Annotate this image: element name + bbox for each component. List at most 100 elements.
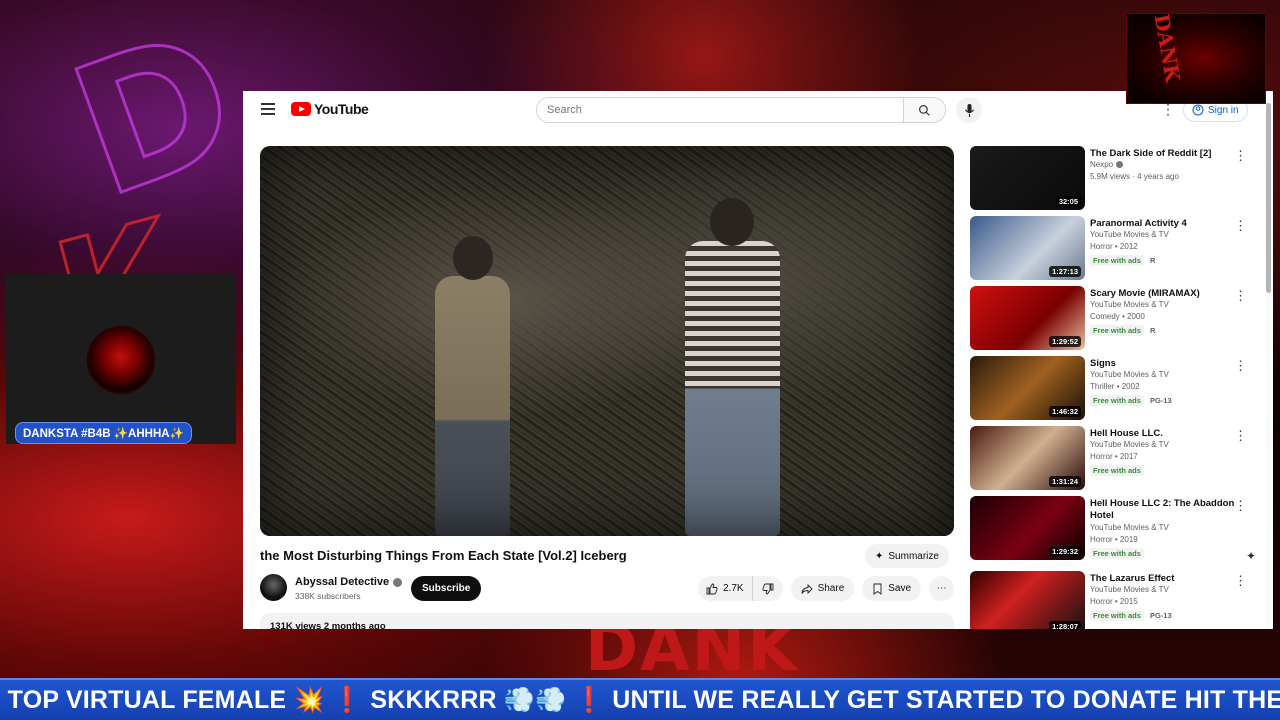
- recommendation-more-icon[interactable]: ⋮: [1234, 288, 1247, 304]
- recommendation-meta: Horror • 2015: [1090, 597, 1138, 606]
- streamer-avatar: [87, 326, 155, 394]
- youtube-window: YouTube ⋮ Sign in the Most Disturbing Th…: [243, 91, 1273, 629]
- thumbs-down-icon: [762, 583, 774, 594]
- like-count: 2.7K: [723, 583, 744, 594]
- video-duration: 1:28:07: [1049, 621, 1081, 629]
- recommendation-thumbnail[interactable]: 1:29:32: [970, 496, 1085, 560]
- video-duration: 1:31:24: [1049, 476, 1081, 487]
- recommendation-title[interactable]: Paranormal Activity 4: [1090, 218, 1238, 230]
- recommendation-channel-name: YouTube Movies & TV: [1090, 300, 1169, 309]
- recommendation-meta: Horror • 2019: [1090, 535, 1138, 544]
- recommendation-more-icon[interactable]: ⋮: [1234, 428, 1247, 444]
- recommendation-title[interactable]: Scary Movie (MIRAMAX): [1090, 288, 1238, 300]
- recommendation-channel-name: YouTube Movies & TV: [1090, 440, 1169, 449]
- recommendation-channel-name: YouTube Movies & TV: [1090, 230, 1169, 239]
- recommendation-channel[interactable]: YouTube Movies & TV: [1090, 230, 1169, 239]
- subscribe-button[interactable]: Subscribe: [411, 576, 482, 601]
- summarize-button[interactable]: ✦ Summarize: [865, 544, 949, 568]
- summarize-label: Summarize: [888, 550, 939, 562]
- recommendation-more-icon[interactable]: ⋮: [1234, 148, 1247, 164]
- video-duration: 1:27:13: [1049, 266, 1081, 277]
- recommendation-channel[interactable]: YouTube Movies & TV: [1090, 440, 1169, 449]
- recommendation-item[interactable]: 32:05 The Dark Side of Reddit [2] Nexpo 5.9…: [970, 146, 1260, 212]
- save-button[interactable]: Save: [862, 576, 922, 601]
- recommendation-thumbnail[interactable]: 1:29:52: [970, 286, 1085, 350]
- ticker-text: · TOP VIRTUAL FEMALE 💥 ❗ SKKKRRR 💨💨 ❗ UN…: [0, 686, 1280, 714]
- more-actions-button[interactable]: ⋯: [929, 576, 955, 601]
- recommendation-channel[interactable]: YouTube Movies & TV: [1090, 585, 1169, 594]
- search-icon: [919, 104, 930, 116]
- recommendation-title[interactable]: The Dark Side of Reddit [2]: [1090, 148, 1238, 160]
- share-label: Share: [817, 583, 845, 594]
- recommendation-title[interactable]: Hell House LLC 2: The Abaddon Hotel: [1090, 498, 1238, 523]
- ask-ai-sparkle-icon[interactable]: ✦: [1246, 549, 1256, 563]
- recommendation-item[interactable]: 1:29:32 Hell House LLC 2: The Abaddon Hot…: [970, 496, 1260, 562]
- free-with-ads-badge: Free with ads: [1090, 325, 1144, 336]
- recommendation-channel[interactable]: YouTube Movies & TV: [1090, 523, 1169, 532]
- recommendation-title[interactable]: The Lazarus Effect: [1090, 573, 1238, 585]
- recommendation-title[interactable]: Hell House LLC.: [1090, 428, 1238, 440]
- recommendation-badges: Free with ads PG-13: [1090, 395, 1174, 406]
- recommendation-badges: Free with ads: [1090, 548, 1144, 559]
- channel-avatar[interactable]: [260, 574, 287, 601]
- youtube-logo[interactable]: YouTube: [291, 101, 369, 117]
- dank-logo: DANK: [1126, 12, 1266, 104]
- content-rating-badge: PG-13: [1149, 396, 1172, 405]
- recommendation-thumbnail[interactable]: 1:31:24: [970, 426, 1085, 490]
- free-with-ads-badge: Free with ads: [1090, 255, 1144, 266]
- video-actions: 2.7K Share Save ⋯: [698, 576, 955, 601]
- recommendation-channel-name: YouTube Movies & TV: [1090, 370, 1169, 379]
- streamer-name-label: DANKSTA #B4B ✨AHHHA✨: [15, 422, 192, 444]
- recommendation-badges: Free with ads PG-13: [1090, 610, 1174, 621]
- bookmark-icon: [873, 583, 882, 595]
- recommendation-item[interactable]: 1:27:13 Paranormal Activity 4 YouTube Movi…: [970, 216, 1260, 282]
- recommendation-thumbnail[interactable]: 1:27:13: [970, 216, 1085, 280]
- recommendation-title[interactable]: Signs: [1090, 358, 1238, 370]
- recommendation-meta: 5.9M views · 4 years ago: [1090, 172, 1179, 181]
- channel-name[interactable]: Abyssal Detective: [295, 576, 403, 588]
- account-icon: [1192, 104, 1204, 116]
- search-button[interactable]: [903, 98, 945, 122]
- recommendation-more-icon[interactable]: ⋮: [1234, 573, 1247, 589]
- video-duration: 1:29:52: [1049, 336, 1081, 347]
- recommendation-channel[interactable]: YouTube Movies & TV: [1090, 370, 1169, 379]
- scrollbar-thumb[interactable]: [1266, 103, 1271, 293]
- video-title: the Most Disturbing Things From Each Sta…: [260, 548, 627, 563]
- recommendation-item[interactable]: 1:46:32 Signs YouTube Movies & TV Thriller …: [970, 356, 1260, 422]
- recommendation-thumbnail[interactable]: 32:05: [970, 146, 1085, 210]
- recommendation-more-icon[interactable]: ⋮: [1234, 358, 1247, 374]
- dank-logo-text: DANK: [1149, 12, 1186, 84]
- stream-ticker: · TOP VIRTUAL FEMALE 💥 ❗ SKKKRRR 💨💨 ❗ UN…: [0, 678, 1280, 720]
- verified-icon: [1116, 161, 1124, 168]
- youtube-play-icon: [291, 102, 311, 116]
- search-bar: [536, 97, 946, 123]
- recommendation-badges: Free with ads R: [1090, 255, 1157, 266]
- video-player[interactable]: [260, 146, 954, 536]
- recommendation-channel[interactable]: Nexpo: [1090, 160, 1124, 169]
- save-label: Save: [888, 583, 912, 594]
- free-with-ads-badge: Free with ads: [1090, 395, 1144, 406]
- like-button[interactable]: 2.7K: [698, 576, 753, 601]
- recommendation-thumbnail[interactable]: 1:28:07: [970, 571, 1085, 629]
- dislike-button[interactable]: [753, 576, 783, 601]
- free-with-ads-badge: Free with ads: [1090, 610, 1144, 621]
- share-button[interactable]: Share: [790, 576, 855, 601]
- recommendation-item[interactable]: 1:31:24 Hell House LLC. YouTube Movies & T…: [970, 426, 1260, 492]
- search-input[interactable]: [537, 98, 903, 122]
- video-duration: 32:05: [1055, 196, 1081, 207]
- recommendation-item[interactable]: 1:29:52 Scary Movie (MIRAMAX) YouTube Movi…: [970, 286, 1260, 352]
- free-with-ads-badge: Free with ads: [1090, 465, 1144, 476]
- top-bar: YouTube ⋮ Sign in: [243, 91, 1273, 129]
- recommendation-more-icon[interactable]: ⋮: [1234, 218, 1247, 234]
- thumbs-up-icon: [706, 583, 718, 594]
- recommendation-item[interactable]: 1:28:07 The Lazarus Effect YouTube Movies …: [970, 571, 1260, 629]
- voice-search-button[interactable]: [956, 97, 982, 123]
- recommendation-channel[interactable]: YouTube Movies & TV: [1090, 300, 1169, 309]
- hamburger-menu-icon[interactable]: [261, 103, 275, 115]
- recommendation-thumbnail[interactable]: 1:46:32: [970, 356, 1085, 420]
- description-box[interactable]: 131K views 2 months ago: [260, 613, 954, 629]
- webcam-overlay: DANKSTA #B4B ✨AHHHA✨: [6, 274, 236, 444]
- recommendation-more-icon[interactable]: ⋮: [1234, 498, 1247, 514]
- sign-in-label: Sign in: [1208, 104, 1239, 116]
- share-icon: [801, 583, 813, 594]
